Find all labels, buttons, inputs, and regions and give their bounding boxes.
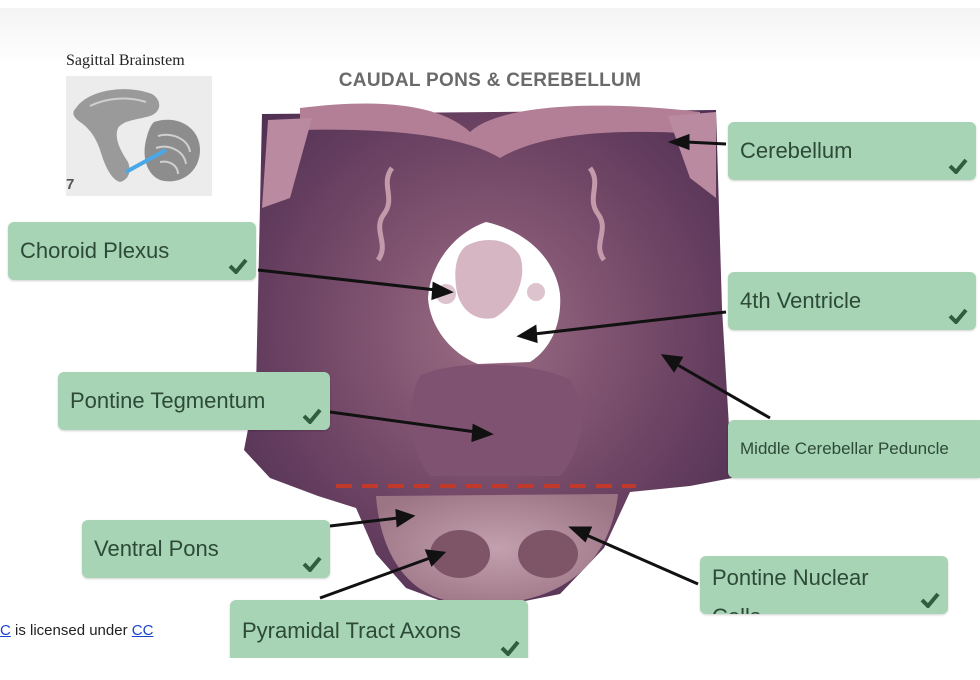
license-line: C is licensed under CC [0,622,153,639]
label-pontine-tegmentum[interactable]: Pontine Tegmentum [58,372,330,430]
label-pontine-nuclear-cells[interactable]: Pontine Nuclear Cells [700,556,948,614]
check-icon [948,308,968,324]
license-text: is licensed under [10,622,132,639]
label-ventral-pons[interactable]: Ventral Pons [82,520,330,578]
check-icon [228,258,248,274]
label-text: Pontine Nuclear Cells [712,565,869,614]
check-icon [302,556,322,572]
check-icon [302,408,322,424]
label-text: Pontine Tegmentum [70,388,266,413]
check-icon [948,158,968,174]
license-source-link[interactable]: C [0,622,11,639]
label-choroid-plexus[interactable]: Choroid Plexus [8,222,256,280]
label-middle-cerebellar-peduncle[interactable]: Middle Cerebellar Peduncle [728,420,980,478]
slide: Sagittal Brainstem 7 CAUDAL PONS & CEREB… [0,8,980,658]
label-text: Pyramidal Tract Axons [242,618,461,643]
check-icon [920,592,940,608]
label-text: Ventral Pons [94,536,219,561]
license-cc-link[interactable]: CC [132,622,154,639]
bottom-band [0,658,980,680]
label-cerebellum[interactable]: Cerebellum [728,122,976,180]
label-text: Middle Cerebellar Peduncle [740,439,949,458]
label-text: 4th Ventricle [740,288,862,313]
label-pyramidal-tract-axons[interactable]: Pyramidal Tract Axons [230,600,528,658]
label-text: Choroid Plexus [20,238,170,263]
check-icon [500,640,520,656]
label-fourth-ventricle[interactable]: 4th Ventricle [728,272,976,330]
label-text: Cerebellum [740,138,853,163]
